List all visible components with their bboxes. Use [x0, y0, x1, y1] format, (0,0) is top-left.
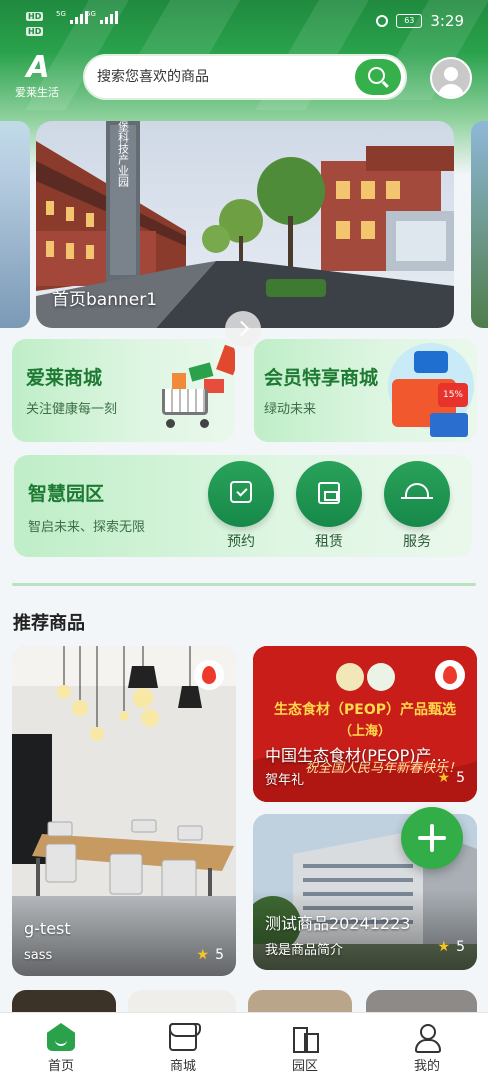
divider — [12, 583, 476, 586]
lease-button[interactable]: 租赁 — [296, 461, 362, 557]
tab-park[interactable]: 园区 — [244, 1013, 366, 1080]
banner-caption: 首页banner1 — [52, 290, 158, 310]
search-input[interactable]: 搜索您喜欢的商品 — [97, 56, 209, 98]
reserve-button[interactable]: 预约 — [208, 461, 274, 557]
tab-park-label: 园区 — [291, 1059, 318, 1074]
search-button[interactable] — [355, 59, 401, 95]
calendar-check-icon — [230, 481, 252, 503]
product-rating: ★ 5 — [437, 770, 465, 786]
signal-icon: 5G — [56, 10, 88, 24]
home-icon — [47, 1023, 75, 1051]
logo-text: 爱莱生活 — [15, 86, 59, 99]
shop-icon — [169, 1023, 201, 1051]
product-rating: ★ 5 — [437, 939, 465, 955]
building-icon — [291, 1023, 319, 1053]
star-icon: ★ — [437, 770, 451, 786]
tab-me-label: 我的 — [413, 1059, 440, 1074]
tab-me[interactable]: 我的 — [366, 1013, 488, 1080]
banner-next-slide[interactable] — [471, 121, 488, 328]
banner-next-arrow-icon[interactable] — [225, 311, 261, 347]
service-button[interactable]: 服务 — [384, 461, 450, 557]
star-icon: ★ — [437, 939, 451, 955]
user-icon — [413, 1023, 441, 1053]
svg-text:（上海）: （上海） — [339, 723, 391, 739]
product-desc: 我是商品简介 — [265, 943, 344, 958]
product-name: 测试商品20241223 — [265, 914, 411, 933]
alarm-icon — [376, 15, 389, 27]
status-bar: HD HD 5G 5G 63 3:29 — [0, 0, 488, 46]
banner-slide[interactable]: 爱登堡科技产业园 首页banner1 — [36, 121, 454, 328]
clock: 3:29 — [430, 12, 464, 30]
hd-badge: HD — [26, 27, 44, 36]
product-name: g-test — [24, 919, 71, 938]
mall-card-subtitle: 关注健康每一刻 — [26, 402, 118, 417]
svg-text:生态食材（PEOP）产品甄选: 生态食材（PEOP）产品甄选 — [274, 701, 456, 718]
mall-card[interactable]: 爱莱商城 关注健康每一刻 — [12, 339, 235, 442]
mall-card-title: 爱莱商城 — [26, 367, 103, 389]
reserve-label: 预约 — [227, 534, 255, 550]
product-desc: 贺年礼 — [265, 773, 305, 788]
tab-home-label: 首页 — [47, 1059, 74, 1074]
vip-mall-card[interactable]: 会员特享商城 绿动未来 15% — [254, 339, 477, 442]
tab-mall[interactable]: 商城 — [122, 1013, 244, 1080]
hot-icon — [194, 660, 224, 690]
search-icon — [368, 67, 385, 84]
svg-text:爱登堡科技产业园: 爱登堡科技产业园 — [117, 121, 130, 188]
smart-park-card[interactable]: 智慧园区 智启未来、探索无限 预约 租赁 服务 — [14, 455, 472, 557]
logo-icon: A — [26, 50, 49, 85]
coupon-icon: 15% — [384, 343, 477, 442]
service-label: 服务 — [403, 534, 431, 550]
product-name: 中国生态食材(PEOP)产... — [265, 746, 447, 765]
contract-icon — [318, 482, 340, 504]
tab-home[interactable]: 首页 — [0, 1013, 122, 1080]
search-bar[interactable]: 搜索您喜欢的商品 — [83, 54, 407, 100]
tab-mall-label: 商城 — [169, 1059, 196, 1074]
star-icon: ★ — [196, 947, 210, 963]
product-rating: ★ 5 — [196, 947, 224, 963]
tab-bar: 首页 商城 园区 我的 — [0, 1012, 488, 1080]
shopping-cart-icon — [150, 344, 235, 442]
avatar[interactable] — [430, 57, 472, 99]
vip-card-title: 会员特享商城 — [264, 367, 379, 389]
product-desc: sass — [24, 948, 53, 963]
banner-prev-slide[interactable] — [0, 121, 30, 328]
app-logo: A 爱莱生活 — [10, 50, 64, 100]
section-title: 推荐商品 — [13, 613, 85, 634]
product-card[interactable]: 生态食材（PEOP）产品甄选 （上海） 祝全国人民马年新春快乐！ 中国生态食材(… — [253, 646, 477, 802]
park-card-subtitle: 智启未来、探索无限 — [28, 520, 146, 535]
hd-badge: HD — [26, 12, 44, 21]
product-card[interactable]: g-test sass ★ 5 — [12, 646, 236, 976]
hot-icon — [435, 660, 465, 690]
battery-icon: 63 — [396, 14, 423, 28]
park-card-title: 智慧园区 — [28, 483, 105, 505]
add-button[interactable] — [401, 807, 463, 869]
vip-card-subtitle: 绿动未来 — [264, 402, 317, 417]
signal-icon: 5G — [86, 10, 118, 24]
lease-label: 租赁 — [315, 534, 343, 550]
service-bell-icon — [401, 483, 433, 499]
